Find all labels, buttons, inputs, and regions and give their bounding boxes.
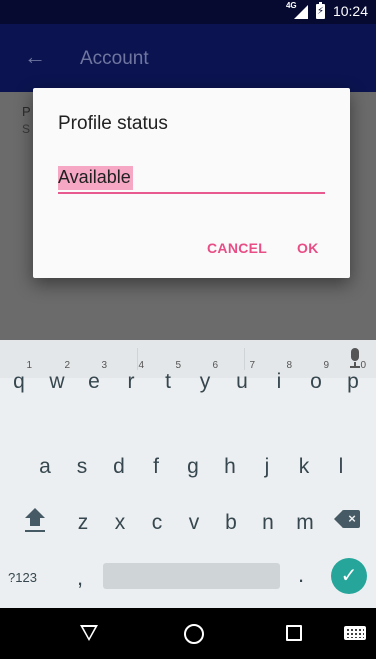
keyboard-switch-icon[interactable] bbox=[344, 626, 366, 640]
key-label: u bbox=[236, 370, 248, 393]
settings-row-title[interactable]: P bbox=[22, 104, 31, 119]
key-d[interactable]: d bbox=[102, 439, 136, 489]
key-b[interactable]: b bbox=[214, 495, 248, 545]
key-k[interactable]: k bbox=[287, 439, 321, 489]
nav-bar bbox=[0, 608, 376, 659]
checkmark-icon[interactable]: ✓ bbox=[331, 558, 367, 594]
key-u[interactable]: 7u bbox=[225, 354, 259, 404]
key-x[interactable]: x bbox=[103, 495, 137, 545]
key-label: o bbox=[310, 370, 322, 393]
key-l[interactable]: l bbox=[324, 439, 358, 489]
key-label: r bbox=[127, 370, 135, 393]
app-bar-title: Account bbox=[80, 48, 149, 69]
dialog-title: Profile status bbox=[58, 113, 168, 134]
key-label: i bbox=[276, 370, 282, 393]
app-bar: ← Account bbox=[0, 24, 376, 92]
key-label: n bbox=[262, 511, 274, 534]
cancel-button[interactable]: CANCEL bbox=[207, 240, 267, 256]
key-o[interactable]: 9o bbox=[299, 354, 333, 404]
key-label: l bbox=[338, 455, 344, 478]
signal-icon: 4G bbox=[286, 1, 308, 19]
shift-icon[interactable] bbox=[23, 508, 47, 538]
status-input[interactable]: Available bbox=[58, 166, 325, 194]
key-g[interactable]: g bbox=[176, 439, 210, 489]
key-a[interactable]: a bbox=[28, 439, 62, 489]
space-bar[interactable] bbox=[103, 563, 280, 589]
status-bar: 4G ⚡ 10:24 bbox=[0, 0, 376, 24]
key-label: j bbox=[264, 455, 270, 478]
status-time: 10:24 bbox=[332, 3, 368, 19]
key-j[interactable]: j bbox=[250, 439, 284, 489]
key-label: q bbox=[13, 370, 25, 393]
key-y[interactable]: 6y bbox=[188, 354, 222, 404]
key-label: v bbox=[188, 511, 200, 534]
profile-status-dialog: Profile status Available CANCEL OK bbox=[33, 88, 350, 278]
key-f[interactable]: f bbox=[139, 439, 173, 489]
key-p[interactable]: 0p bbox=[336, 354, 370, 404]
battery-charging-icon: ⚡ bbox=[315, 1, 325, 19]
key-e[interactable]: 3e bbox=[77, 354, 111, 404]
enter-key-glyph: ✓ bbox=[340, 565, 358, 587]
key-t[interactable]: 5t bbox=[151, 354, 185, 404]
nav-recents-icon[interactable] bbox=[286, 625, 302, 641]
key-v[interactable]: v bbox=[177, 495, 211, 545]
key-z[interactable]: z bbox=[66, 495, 100, 545]
key-label: t bbox=[165, 370, 171, 393]
status-input-value[interactable]: Available bbox=[58, 166, 133, 190]
key-label: m bbox=[296, 511, 314, 534]
key-i[interactable]: 8i bbox=[262, 354, 296, 404]
key-label: k bbox=[298, 455, 310, 478]
arrow-back-icon[interactable]: ← bbox=[24, 44, 46, 70]
key-label: s bbox=[76, 455, 88, 478]
key-label: w bbox=[49, 370, 65, 393]
period-key[interactable]: . bbox=[298, 562, 304, 588]
key-label: a bbox=[39, 455, 51, 478]
key-r[interactable]: 4r bbox=[114, 354, 148, 404]
key-label: d bbox=[113, 455, 125, 478]
settings-row-subtitle: S bbox=[22, 122, 31, 136]
backspace-icon[interactable]: × bbox=[334, 510, 360, 528]
nav-home-icon[interactable] bbox=[184, 624, 204, 644]
ok-button[interactable]: OK bbox=[297, 240, 319, 256]
key-label: z bbox=[77, 511, 89, 534]
key-label: y bbox=[199, 370, 211, 393]
key-c[interactable]: c bbox=[140, 495, 174, 545]
key-q[interactable]: 1q bbox=[2, 354, 36, 404]
key-label: p bbox=[347, 370, 359, 393]
key-s[interactable]: s bbox=[65, 439, 99, 489]
key-label: c bbox=[151, 511, 163, 534]
key-w[interactable]: 2w bbox=[40, 354, 74, 404]
nav-back-icon-inner bbox=[83, 627, 95, 638]
comma-key[interactable]: , bbox=[77, 565, 83, 591]
key-label: f bbox=[153, 455, 159, 478]
key-h[interactable]: h bbox=[213, 439, 247, 489]
symbols-key[interactable]: ?123 bbox=[8, 570, 37, 585]
soft-keyboard: 1q 2w 3e 4r 5t 6y 7u 8i 9o 0p a s d f g … bbox=[0, 340, 376, 608]
key-label: x bbox=[114, 511, 126, 534]
key-label: g bbox=[187, 455, 199, 478]
key-label: b bbox=[225, 511, 237, 534]
key-m[interactable]: m bbox=[288, 495, 322, 545]
key-n[interactable]: n bbox=[251, 495, 285, 545]
key-label: h bbox=[224, 455, 236, 478]
key-label: e bbox=[88, 370, 100, 393]
